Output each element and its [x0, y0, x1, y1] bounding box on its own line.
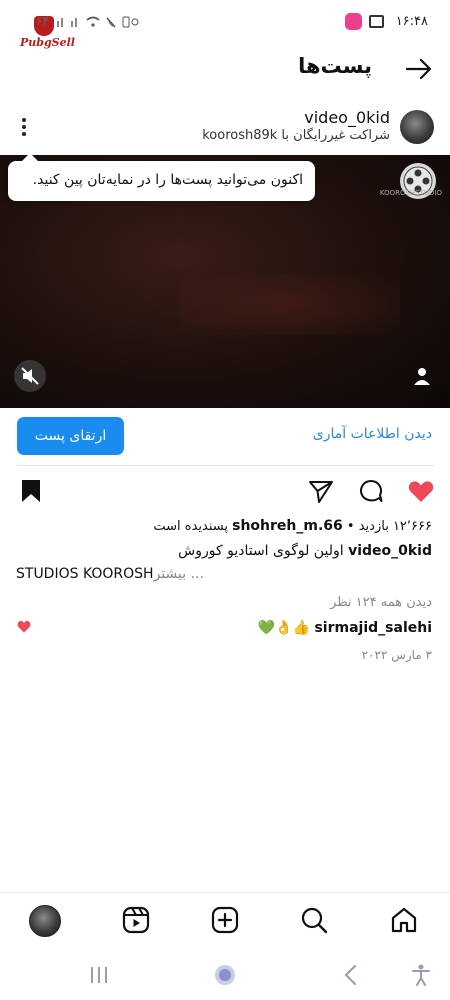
mute-button[interactable]: [14, 360, 46, 392]
clock: ۱۶:۴۸: [395, 14, 428, 29]
comment-icon[interactable]: [357, 477, 385, 505]
caption-second-line: STUDIOS KOOROSH: [16, 566, 154, 582]
video-glow: [180, 275, 400, 335]
pin-posts-tooltip[interactable]: اکنون می‌توانید پست‌ها را در نمایه‌تان پ…: [8, 153, 315, 201]
comment-username[interactable]: sirmajid_salehi: [314, 620, 432, 636]
tagged-people-icon[interactable]: [410, 364, 434, 388]
heart-filled-icon[interactable]: [407, 477, 435, 505]
liker-username[interactable]: shohreh_m.66: [232, 518, 343, 534]
app-header: پست‌ها: [0, 48, 450, 92]
bookmark-filled-icon[interactable]: [17, 477, 45, 505]
separator: •: [346, 519, 355, 534]
more-link[interactable]: بیشتر ...: [154, 566, 204, 582]
post-actions: [0, 474, 450, 508]
likes-summary[interactable]: ۱۲٬۶۶۶ بازدید • shohreh_m.66 پسندیده است: [153, 518, 432, 534]
battery-level-text: ۶۴: [36, 14, 49, 28]
recent-apps-icon[interactable]: [86, 962, 112, 988]
add-icon[interactable]: [210, 905, 240, 935]
accessibility-icon[interactable]: [408, 962, 434, 988]
more-vertical-icon[interactable]: [14, 116, 34, 138]
divider: [17, 465, 435, 466]
status-bar: PubgSell ۶۴ ۱۶:۴۸: [0, 0, 450, 49]
avatar[interactable]: [400, 110, 434, 144]
home-button-icon[interactable]: [212, 962, 238, 988]
boost-row: دیدن اطلاعات آماری ارتقای پست: [0, 408, 450, 466]
status-indicators: ۶۴: [36, 14, 143, 29]
caption: video_0kid اولین لوگوی استادیو کوروش: [178, 543, 432, 559]
caption-text: اولین لوگوی استادیو کوروش: [178, 543, 344, 559]
bottom-navigation: [0, 892, 450, 949]
send-icon[interactable]: [307, 477, 335, 505]
post-username[interactable]: video_0kid: [304, 108, 390, 127]
liked-text: پسندیده است: [153, 519, 228, 534]
arrow-right-icon[interactable]: [404, 54, 434, 84]
back-button-icon[interactable]: [338, 962, 364, 988]
post-header: video_0kid شراکت غیررایگان با koorosh89k: [0, 100, 450, 154]
image-notification-icon: [369, 15, 384, 28]
caption-username[interactable]: video_0kid: [348, 543, 432, 559]
reels-icon[interactable]: [121, 905, 151, 935]
speaker-muted-icon: [21, 367, 39, 385]
video-logo-text: KOOROSHSTUDIO: [379, 189, 442, 197]
notification-app-icon: [345, 13, 362, 30]
search-icon[interactable]: [299, 905, 329, 935]
boost-post-button[interactable]: ارتقای پست: [17, 417, 124, 455]
comment-text: 👍👌💚: [257, 620, 311, 636]
tooltip-text: اکنون می‌توانید پست‌ها را در نمایه‌تان پ…: [32, 172, 303, 188]
view-insights-link[interactable]: دیدن اطلاعات آماری: [313, 426, 432, 442]
page-title: پست‌ها: [298, 54, 372, 78]
caption-line-2: STUDIOS KOOROSHبیشتر ...: [16, 566, 204, 582]
view-all-comments-link[interactable]: دیدن همه ۱۲۴ نظر: [330, 595, 432, 610]
signal-wifi-icons: [56, 16, 139, 27]
top-comment: sirmajid_salehi 👍👌💚: [258, 620, 432, 636]
comment-like-heart-icon[interactable]: [17, 620, 31, 633]
home-icon[interactable]: [389, 905, 419, 935]
profile-avatar[interactable]: [29, 905, 61, 937]
view-count: ۱۲٬۶۶۶ بازدید: [358, 519, 432, 534]
post-date: ۳ مارس ۲۰۲۲: [361, 648, 432, 662]
system-navigation: [0, 950, 450, 1000]
paid-partnership-label[interactable]: شراکت غیررایگان با koorosh89k: [202, 128, 390, 143]
